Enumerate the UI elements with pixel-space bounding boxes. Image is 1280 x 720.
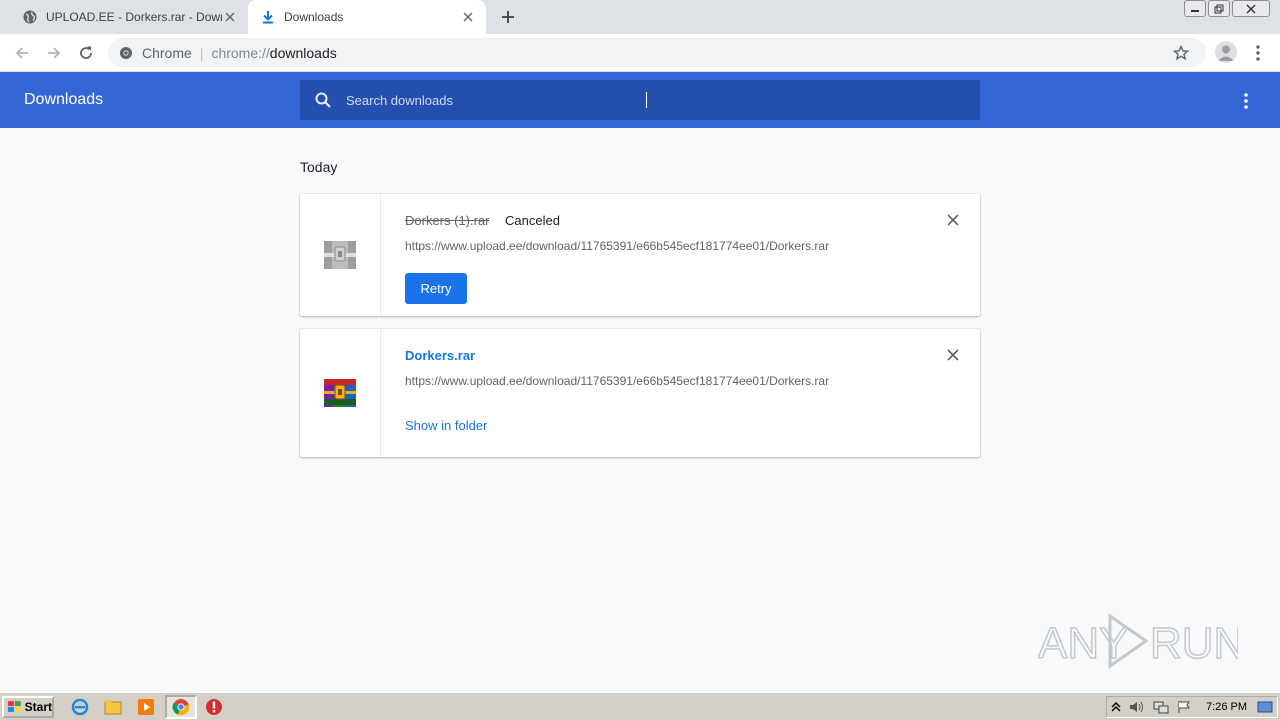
arrow-left-icon <box>15 47 28 59</box>
start-button[interactable]: Start <box>2 696 54 718</box>
chrome-icon <box>118 45 134 61</box>
anyrun-watermark-logo: ANY RUN <box>1038 613 1238 669</box>
rar-archive-icon-grey <box>324 241 356 269</box>
file-icon-cell <box>300 194 381 316</box>
chip-divider: | <box>199 44 204 61</box>
reload-button[interactable] <box>74 41 98 65</box>
tab-upload-ee[interactable]: UPLOAD.EE - Dorkers.rar - Download <box>10 0 248 34</box>
tab-title: UPLOAD.EE - Dorkers.rar - Download <box>46 10 222 24</box>
page-title: Downloads <box>24 91 104 108</box>
arrow-right-icon <box>48 47 61 59</box>
address-bar[interactable]: Chrome | chrome:// downloads <box>108 38 1206 67</box>
rar-archive-icon <box>324 379 356 407</box>
search-box[interactable] <box>300 80 980 120</box>
retry-button[interactable]: Retry <box>405 273 467 304</box>
svg-text:ANY: ANY <box>1038 619 1128 668</box>
search-icon <box>315 92 331 108</box>
tab-strip: UPLOAD.EE - Dorkers.rar - Download Downl… <box>0 0 1280 34</box>
globe-icon <box>22 9 38 25</box>
windows-flag-icon <box>7 701 21 712</box>
download-url[interactable]: https://www.upload.ee/download/11765391/… <box>405 239 829 253</box>
plus-icon <box>502 11 514 23</box>
start-label: Start <box>24 700 52 714</box>
file-icon-cell <box>300 329 381 457</box>
close-icon <box>947 214 959 226</box>
back-button[interactable] <box>10 41 34 65</box>
system-tray: 7:26 PM <box>1106 696 1278 718</box>
file-explorer-icon[interactable] <box>103 697 123 717</box>
window-close-button[interactable] <box>1232 0 1270 17</box>
close-icon <box>947 349 959 361</box>
site-chip: Chrome <box>142 44 192 61</box>
network-icon[interactable] <box>1153 700 1169 714</box>
download-item: Dorkers (1).rar Canceled https://www.upl… <box>300 194 980 316</box>
close-icon[interactable] <box>222 9 238 25</box>
windows-taskbar: Start 7:26 PM <box>0 692 1280 720</box>
bookmark-star-icon[interactable] <box>1172 44 1190 62</box>
tab-downloads[interactable]: Downloads <box>248 0 486 34</box>
person-icon <box>1218 45 1234 61</box>
show-hidden-icons-icon[interactable] <box>1111 701 1121 713</box>
close-icon[interactable] <box>460 9 476 25</box>
remove-item-button[interactable] <box>946 348 960 362</box>
browser-toolbar: Chrome | chrome:// downloads <box>0 34 1280 72</box>
file-name-link[interactable]: Dorkers.rar <box>405 348 475 363</box>
show-desktop-icon[interactable] <box>1257 700 1273 714</box>
kebab-menu-icon <box>1256 45 1260 61</box>
tab-title: Downloads <box>284 10 344 24</box>
section-label-today: Today <box>300 159 338 175</box>
download-item: Dorkers.rar https://www.upload.ee/downlo… <box>300 329 980 457</box>
action-center-flag-icon[interactable] <box>1177 700 1191 714</box>
window-controls <box>1182 0 1270 18</box>
reload-icon <box>80 46 92 59</box>
new-tab-button[interactable] <box>498 7 518 27</box>
status-text: Canceled <box>505 213 560 228</box>
clock[interactable]: 7:26 PM <box>1206 701 1247 713</box>
media-player-icon[interactable] <box>136 697 156 717</box>
download-icon <box>260 9 276 25</box>
forward-button[interactable] <box>42 41 66 65</box>
downloads-menu-button[interactable] <box>1240 92 1252 110</box>
download-url[interactable]: https://www.upload.ee/download/11765391/… <box>405 374 829 388</box>
svg-text:RUN: RUN <box>1150 619 1238 668</box>
chrome-taskbar-icon[interactable] <box>171 697 191 717</box>
url-scheme: chrome:// <box>211 44 270 61</box>
file-name: Dorkers (1).rar <box>405 213 490 228</box>
downloads-header: Downloads <box>0 72 1280 128</box>
minimize-button[interactable] <box>1184 0 1206 17</box>
url-host: downloads <box>269 44 337 61</box>
ie-icon[interactable] <box>70 697 90 717</box>
volume-icon[interactable] <box>1129 700 1145 714</box>
restore-button[interactable] <box>1208 0 1230 17</box>
text-caret <box>646 92 647 108</box>
profile-avatar[interactable] <box>1215 41 1237 63</box>
show-in-folder-link[interactable]: Show in folder <box>405 418 487 433</box>
kebab-menu-icon <box>1244 93 1248 109</box>
chrome-menu-button[interactable] <box>1252 42 1264 64</box>
remove-item-button[interactable] <box>946 213 960 227</box>
stop-icon[interactable] <box>204 697 224 717</box>
